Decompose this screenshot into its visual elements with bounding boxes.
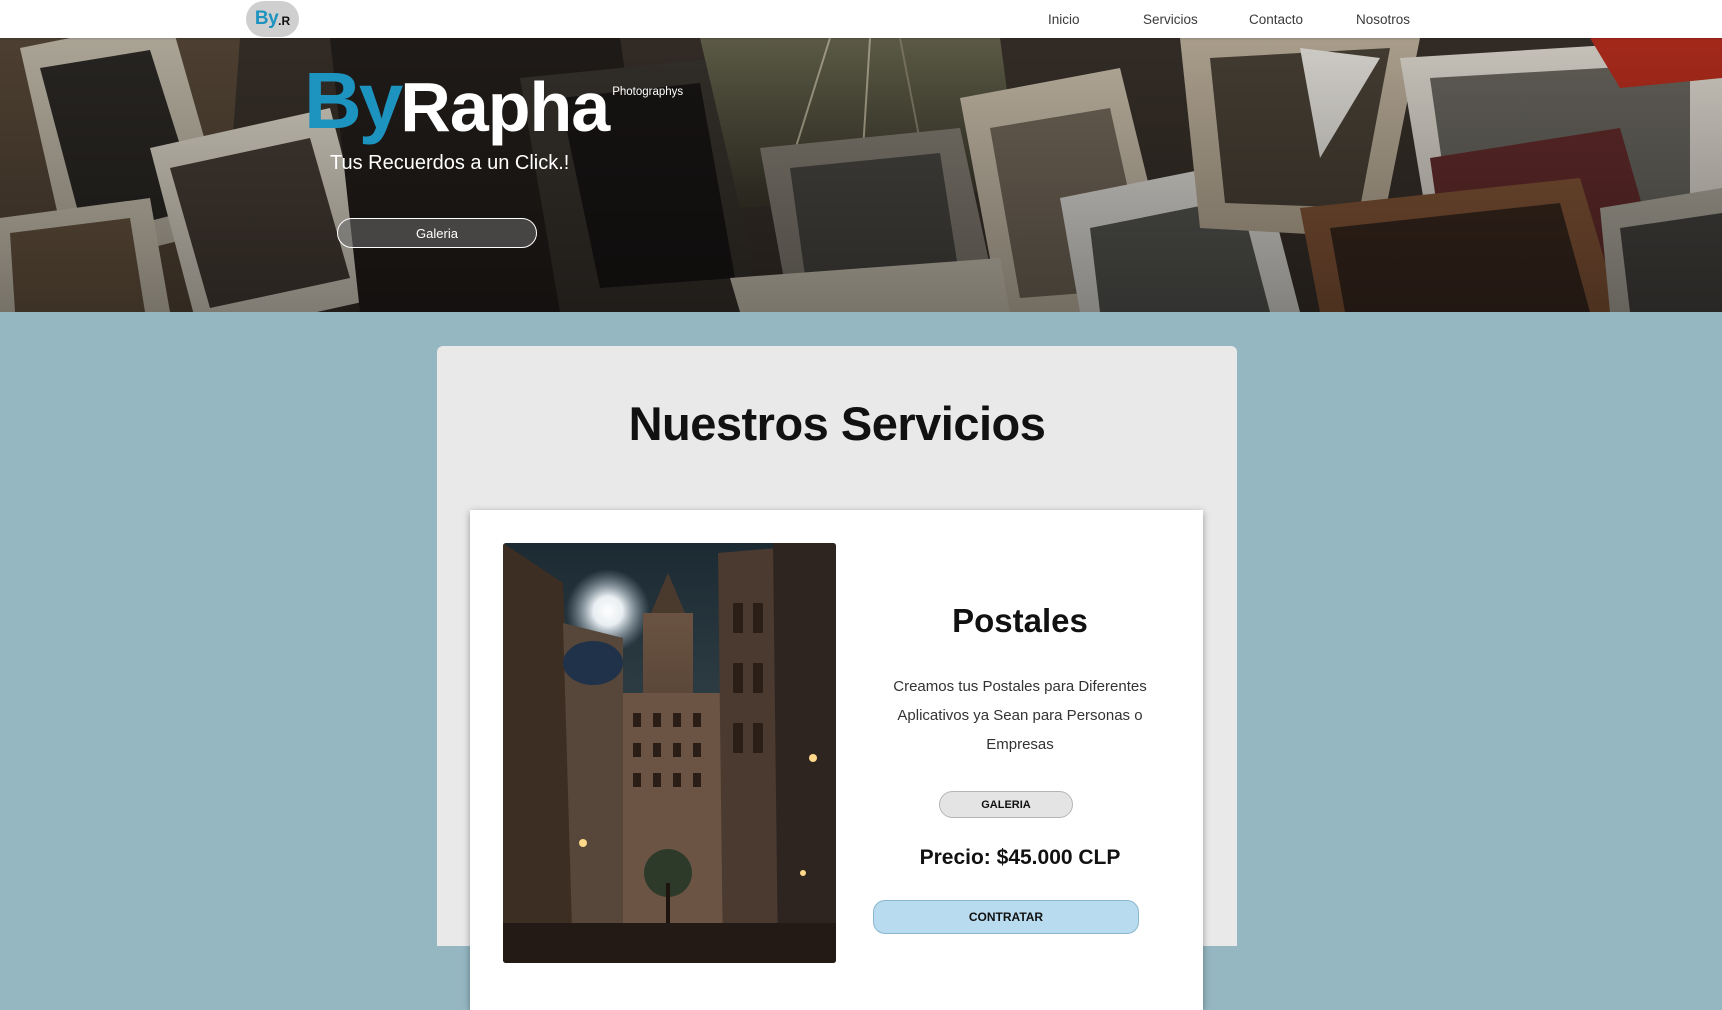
hero-brand-rapha: Rapha [400,68,610,146]
nav-link-servicios[interactable]: Servicios [1143,12,1198,27]
service-card-price: Precio: $45.000 CLP [919,846,1121,869]
service-card: Postales Creamos tus Postales para Difer… [470,510,1203,1010]
service-card-title: Postales [952,602,1088,639]
hero-brand-by: By [304,56,403,145]
services-title: Nuestros Servicios [628,397,1046,450]
services-section: Nuestros Servicios Postales Creamos tus … [437,346,1237,1010]
hero-brand-logo: By Rapha Photographys [304,56,684,146]
service-card-image [503,543,836,963]
hero-gallery-button[interactable]: Galeria [337,218,537,248]
hero-tagline: Tus Recuerdos a un Click.! [330,152,570,174]
service-gallery-button[interactable]: GALERIA [939,791,1073,818]
nav-logo-by: By [254,8,279,29]
hero-banner: By Rapha Photographys Tus Recuerdos a un… [0,38,1722,312]
navbar: By .R Inicio Servicios Contacto Nosotros [0,0,1722,38]
nav-link-nosotros[interactable]: Nosotros [1356,12,1410,27]
hero-brand-subtitle: Photographys [612,86,684,98]
service-card-description: Creamos tus Postales para Diferentes Apl… [893,678,1147,753]
city-street-photo [503,543,836,963]
hero-photo-collage [0,38,1722,312]
nav-link-inicio[interactable]: Inicio [1048,12,1080,27]
nav-link-contacto[interactable]: Contacto [1249,12,1303,27]
nav-logo-r: .R [278,14,291,28]
contract-button[interactable]: CONTRATAR [873,900,1139,934]
nav-logo[interactable]: By .R [246,1,299,37]
